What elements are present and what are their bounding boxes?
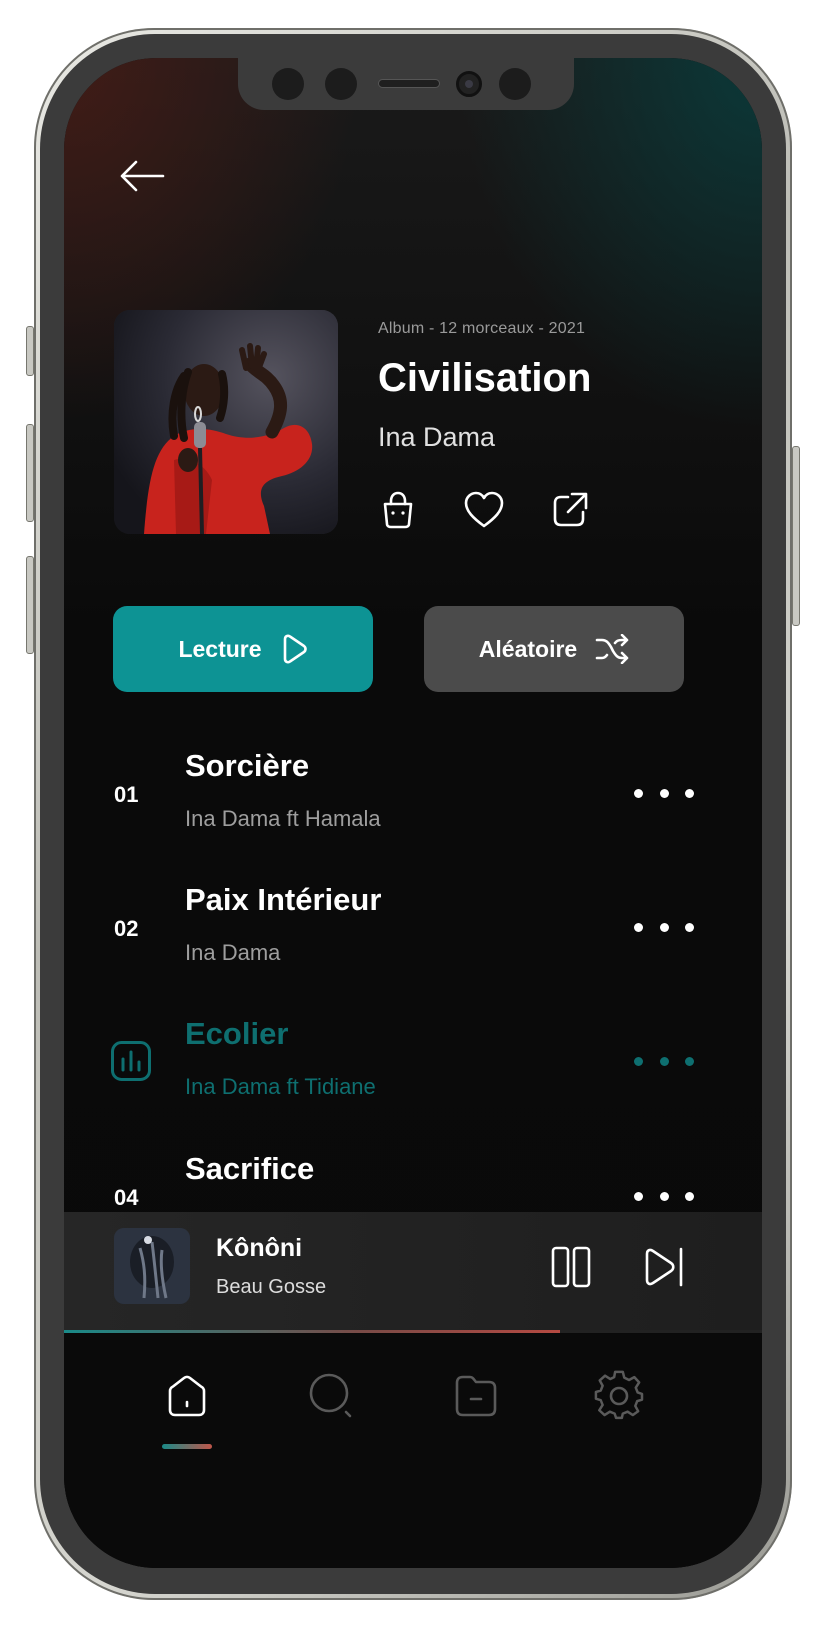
share-icon (553, 492, 588, 527)
side-button-volume-down (26, 556, 34, 654)
playback-progress-fill (64, 1330, 560, 1333)
nav-home[interactable] (157, 1366, 217, 1426)
more-options-button[interactable] (634, 1046, 694, 1076)
shuffle-button[interactable]: Aléatoire (424, 606, 684, 692)
dot (659, 788, 669, 798)
album-cover-art (114, 310, 338, 534)
album-meta: Album - 12 morceaux - 2021 (378, 320, 586, 337)
app-screen: Album - 12 morceaux - 2021 Civilisation … (64, 58, 762, 1568)
dot (634, 1191, 643, 1201)
track-title: Sacrifice (185, 1151, 315, 1186)
track-number: 01 (114, 782, 139, 807)
skip-next-icon (645, 1247, 683, 1287)
playback-progress[interactable] (64, 1330, 762, 1333)
home-icon (168, 1375, 206, 1417)
now-playing-title: Kônôni (216, 1234, 303, 1262)
arrow-left-icon (120, 160, 165, 192)
more-options-button[interactable] (634, 912, 694, 942)
dot (685, 922, 694, 932)
more-options-button[interactable] (634, 778, 694, 808)
sensor (272, 68, 304, 100)
track-row-playing[interactable]: Ecolier Ina Dama ft Tidiane (64, 1016, 762, 1126)
side-button-volume-up (26, 424, 34, 522)
play-icon (283, 634, 307, 664)
now-playing-cover (114, 1228, 190, 1304)
track-row[interactable]: 04 Sacrifice (64, 1151, 762, 1212)
dot (659, 922, 669, 932)
shuffle-button-label: Aléatoire (478, 635, 578, 662)
track-row[interactable]: 02 Paix Intérieur Ina Dama (64, 882, 762, 992)
track-artist: Ina Dama (185, 940, 281, 965)
nav-search[interactable] (302, 1366, 362, 1426)
track-list: 01 Sorcière Ina Dama ft Hamala 02 Paix I… (64, 748, 762, 1212)
pause-button[interactable] (546, 1242, 596, 1292)
nav-settings[interactable] (590, 1366, 650, 1426)
dot (685, 1056, 694, 1066)
equalizer-icon (111, 1041, 151, 1081)
sensor (499, 68, 531, 100)
track-title: Ecolier (185, 1016, 289, 1051)
now-playing-cover-art (114, 1228, 190, 1304)
album-title: Civilisation (378, 356, 592, 400)
shuffle-icon (595, 634, 629, 664)
dot (659, 1056, 669, 1066)
now-playing-artist: Beau Gosse (216, 1276, 327, 1298)
heart-icon (464, 491, 504, 528)
dot (634, 922, 643, 932)
sensor (325, 68, 357, 100)
dot (634, 788, 643, 798)
track-row[interactable]: 01 Sorcière Ina Dama ft Hamala (64, 748, 762, 858)
dot (634, 1056, 643, 1066)
track-title: Paix Intérieur (185, 882, 382, 917)
mini-player[interactable]: Kônôni Beau Gosse (64, 1212, 762, 1332)
side-button-silent (26, 326, 34, 376)
buy-button[interactable] (376, 488, 420, 532)
pause-icon (551, 1246, 591, 1288)
album-cover (114, 310, 338, 534)
album-artist[interactable]: Ina Dama (378, 422, 495, 453)
play-button-label: Lecture (178, 635, 262, 662)
like-button[interactable] (462, 488, 506, 532)
track-title: Sorcière (185, 748, 310, 783)
share-button[interactable] (548, 488, 592, 532)
dot (659, 1191, 669, 1201)
dot (685, 1191, 694, 1201)
dot (685, 788, 694, 798)
bag-icon (383, 491, 413, 529)
side-button-power (792, 446, 800, 626)
track-number: 02 (114, 916, 139, 941)
device-notch (238, 58, 574, 110)
settings-icon (594, 1370, 644, 1420)
back-button[interactable] (116, 154, 168, 198)
active-tab-indicator (162, 1444, 212, 1449)
search-icon (309, 1373, 352, 1418)
track-number: 04 (114, 1185, 139, 1210)
earpiece-speaker (378, 79, 440, 88)
bottom-nav (64, 1334, 762, 1568)
track-artist: Ina Dama ft Tidiane (185, 1074, 376, 1099)
folder-icon (455, 1375, 497, 1417)
more-options-button[interactable] (634, 1181, 694, 1211)
next-button[interactable] (640, 1242, 690, 1292)
nav-library[interactable] (446, 1366, 506, 1426)
play-button[interactable]: Lecture (113, 606, 373, 692)
track-artist: Ina Dama ft Hamala (185, 806, 381, 831)
front-camera (456, 71, 482, 97)
